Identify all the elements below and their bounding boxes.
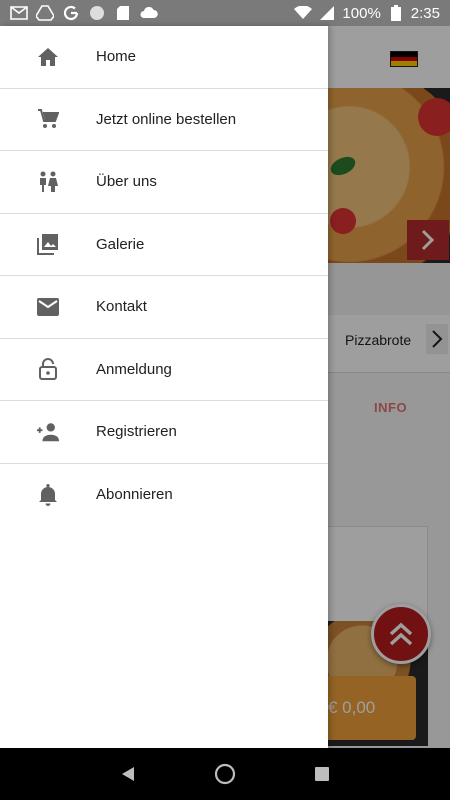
circle-icon xyxy=(88,4,106,22)
drawer-item-label: Home xyxy=(96,48,137,66)
system-status: 100% 2:35 xyxy=(294,4,440,22)
status-bar: 100% 2:35 xyxy=(0,0,450,26)
wifi-icon xyxy=(294,4,313,22)
battery-icon xyxy=(387,4,405,22)
sd-card-icon xyxy=(114,4,132,22)
system-navigation-bar xyxy=(0,748,450,800)
drawer-item-label: Anmeldung xyxy=(96,360,172,378)
drawer-item-login[interactable]: Anmeldung xyxy=(0,339,328,401)
drawer-item-subscribe[interactable]: Abonnieren xyxy=(0,464,328,527)
recents-square-icon xyxy=(314,767,329,781)
cart-icon xyxy=(36,107,60,131)
drawer-item-gallery[interactable]: Galerie xyxy=(0,214,328,276)
home-icon xyxy=(36,45,60,69)
drawer-item-register[interactable]: Registrieren xyxy=(0,401,328,464)
battery-percent: 100% xyxy=(342,4,381,22)
people-icon xyxy=(36,170,60,194)
navigation-drawer: Home Jetzt online bestellen Über uns Gal… xyxy=(0,26,328,748)
gallery-icon xyxy=(36,232,60,256)
drive-icon xyxy=(36,4,54,22)
mail-icon xyxy=(36,295,60,319)
back-button[interactable] xyxy=(116,762,140,786)
clock: 2:35 xyxy=(410,4,440,22)
home-button[interactable] xyxy=(213,762,237,786)
back-triangle-icon xyxy=(122,767,135,781)
drawer-item-order-online[interactable]: Jetzt online bestellen xyxy=(0,89,328,151)
drawer-item-label: Abonnieren xyxy=(96,486,173,504)
lock-icon xyxy=(36,357,60,381)
signal-icon xyxy=(318,4,336,22)
drawer-item-label: Registrieren xyxy=(96,423,177,441)
drawer-item-home[interactable]: Home xyxy=(0,26,328,89)
notification-icons xyxy=(10,4,158,22)
drawer-item-label: Über uns xyxy=(96,173,157,191)
add-person-icon xyxy=(36,420,60,444)
bell-icon xyxy=(36,483,60,507)
recents-button[interactable] xyxy=(310,762,334,786)
drawer-item-about-us[interactable]: Über uns xyxy=(0,151,328,214)
drawer-item-label: Jetzt online bestellen xyxy=(96,110,237,128)
google-icon xyxy=(62,4,80,22)
drawer-item-contact[interactable]: Kontakt xyxy=(0,276,328,339)
drawer-item-label: Kontakt xyxy=(96,298,147,316)
home-circle-icon xyxy=(214,763,236,785)
cloud-icon xyxy=(140,4,158,22)
gmail-icon xyxy=(10,4,28,22)
drawer-item-label: Galerie xyxy=(96,235,145,253)
